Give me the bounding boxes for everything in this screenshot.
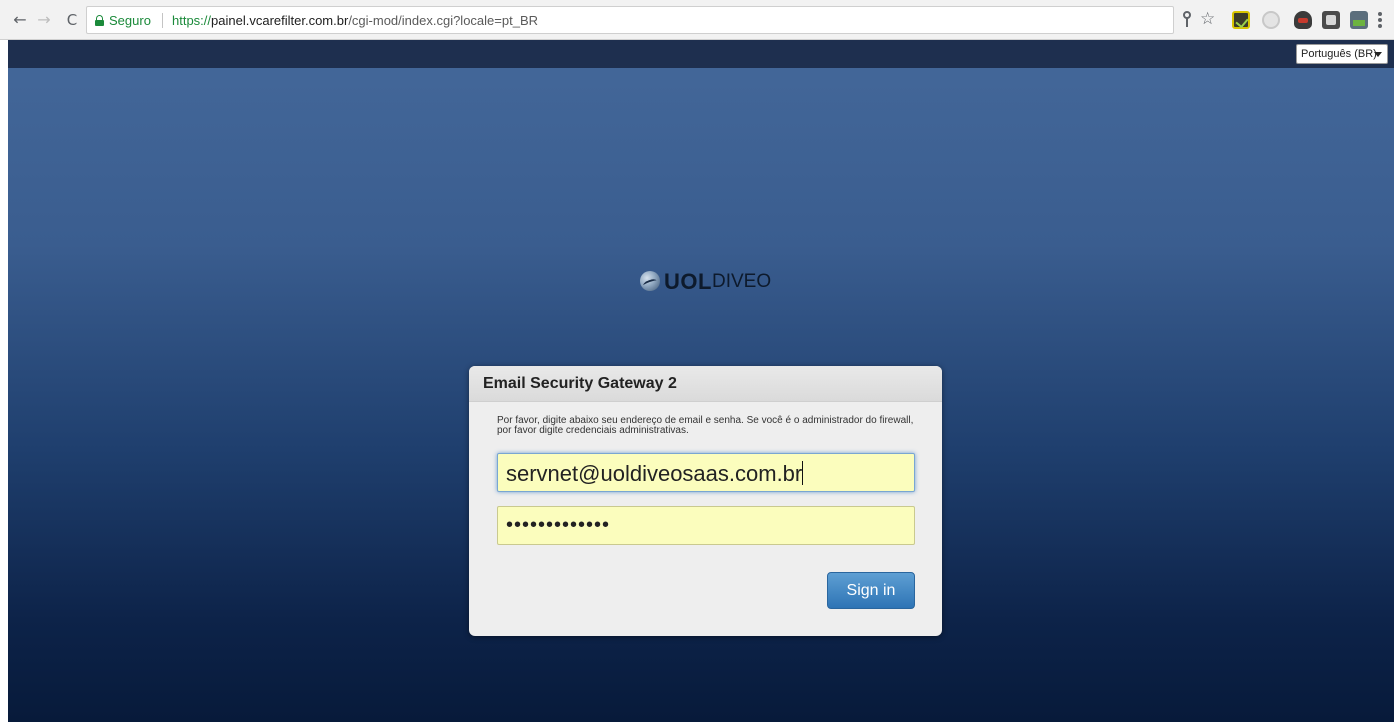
address-divider — [162, 13, 163, 28]
panel-title: Email Security Gateway 2 — [483, 375, 677, 392]
top-strip: Português (BR) — [8, 40, 1394, 68]
locale-selected-value: Português (BR) — [1301, 48, 1377, 60]
logo-brand: UOL — [664, 269, 712, 294]
extension-image-icon[interactable] — [1350, 11, 1368, 29]
globe-icon — [640, 271, 660, 291]
url-scheme: https:// — [172, 13, 212, 28]
extension-check-icon[interactable] — [1232, 11, 1250, 29]
url-host: painel.vcarefilter.com.br — [211, 13, 349, 28]
uol-diveo-logo: UOL DIVEO — [640, 268, 780, 294]
secure-label[interactable]: Seguro — [109, 13, 151, 28]
key-icon[interactable] — [1182, 11, 1192, 29]
panel-header: Email Security Gateway 2 — [469, 366, 942, 402]
login-panel: Email Security Gateway 2 Por favor, digi… — [469, 366, 942, 636]
forward-arrow-icon[interactable]: → — [34, 10, 54, 30]
login-instructions: Por favor, digite abaixo seu endereço de… — [497, 415, 914, 436]
bookmark-star-icon[interactable]: ☆ — [1200, 9, 1215, 29]
text-cursor — [802, 461, 804, 485]
password-field[interactable]: ••••••••••••• — [497, 506, 915, 545]
extension-circle-icon[interactable] — [1262, 11, 1280, 29]
lock-icon[interactable] — [95, 15, 104, 26]
sign-in-button[interactable]: Sign in — [827, 572, 915, 609]
chevron-down-icon — [1374, 52, 1382, 57]
extension-spy-icon[interactable] — [1294, 11, 1312, 29]
browser-toolbar: ← → C Seguro https://painel.vcarefilter.… — [0, 0, 1394, 40]
back-arrow-icon[interactable]: ← — [10, 10, 30, 30]
reload-icon[interactable]: C — [62, 10, 82, 30]
logo-sub: DIVEO — [712, 271, 772, 292]
email-value: servnet@uoldiveosaas.com.br — [506, 461, 803, 486]
address-bar[interactable]: Seguro https://painel.vcarefilter.com.br… — [86, 6, 1174, 34]
url-text[interactable]: https://painel.vcarefilter.com.br/cgi-mo… — [172, 13, 538, 28]
extension-square-icon[interactable] — [1322, 11, 1340, 29]
login-page: Português (BR) UOL DIVEO Email Security … — [8, 40, 1394, 722]
browser-menu-icon[interactable] — [1378, 12, 1382, 28]
password-value: ••••••••••••• — [506, 514, 611, 536]
url-path: /cgi-mod/index.cgi?locale=pt_BR — [348, 13, 538, 28]
locale-select[interactable]: Português (BR) — [1296, 44, 1388, 64]
email-field[interactable]: servnet@uoldiveosaas.com.br — [497, 453, 915, 492]
